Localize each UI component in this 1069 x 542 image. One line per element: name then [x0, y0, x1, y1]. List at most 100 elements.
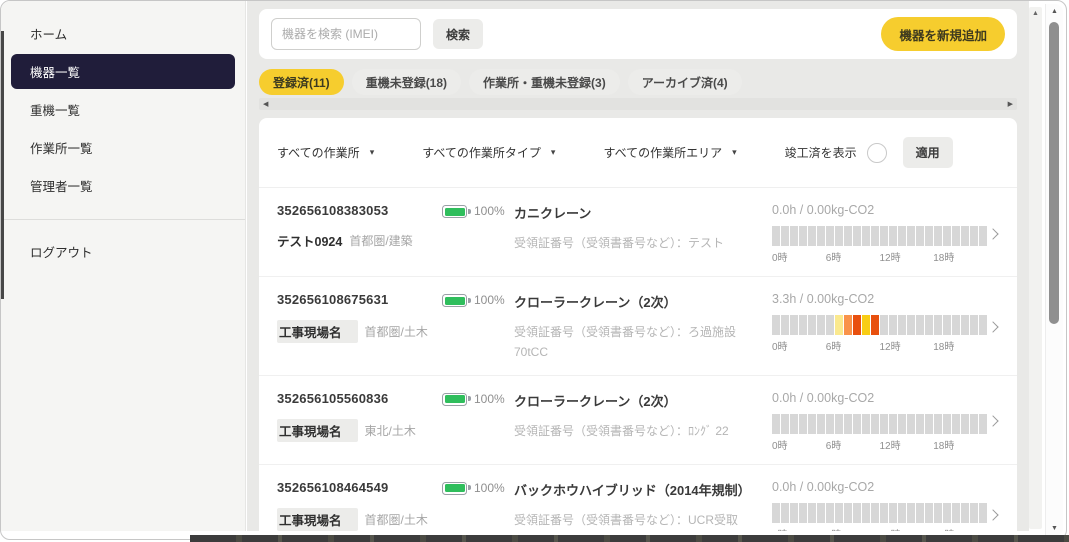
hour-segment: [880, 502, 888, 523]
chevron-right-icon[interactable]: [987, 227, 999, 240]
sidebar-item-logout[interactable]: ログアウト: [11, 234, 235, 269]
hour-segment: [934, 502, 942, 523]
hour-segment: [817, 502, 825, 523]
equipment-row[interactable]: 352656105560836 工事現場名 東北/土木 100% クローラークレ…: [259, 376, 1017, 465]
show-completed-toggle[interactable]: [866, 142, 887, 163]
hour-segment: [880, 315, 888, 335]
hour-label: 12時: [879, 253, 901, 264]
hour-segment: [844, 502, 852, 523]
scroll-left-icon[interactable]: ◀: [263, 101, 268, 108]
tab-worksite-machinery-unregistered[interactable]: 作業所・重機未登録(3): [469, 69, 620, 95]
hour-label: 12時: [879, 342, 901, 353]
sidebar-item-heavy-machinery-list[interactable]: 重機一覧: [11, 92, 235, 127]
imei: 352656108383053: [277, 203, 389, 218]
hour-label: 0時: [772, 440, 788, 452]
hour-segment: [943, 226, 951, 246]
worksite-type-filter-dropdown[interactable]: すべての作業所タイプ ▾: [422, 144, 555, 161]
hour-segment: [961, 502, 969, 523]
sidebar-item-admin-list[interactable]: 管理者一覧: [11, 168, 235, 203]
search-input[interactable]: [271, 18, 421, 50]
hour-segment: [907, 315, 915, 335]
imei: 352656105560836: [277, 390, 389, 406]
equipment-row[interactable]: 352656108675631 工事現場名 首都圏/土木 100% クローラーク…: [259, 277, 1017, 376]
worksite-type-filter-label: すべての作業所タイプ: [422, 146, 541, 160]
hour-segment: [871, 502, 879, 523]
name-column: バックホウハイブリッド（2014年規制） 受領証番号（受領書番号など）：UCR受…: [514, 480, 772, 531]
equipment-row[interactable]: 352656108464549 工事現場名 首都圏/土木 100% バックホウハ…: [259, 465, 1017, 531]
filter-bar: すべての作業所 ▾ すべての作業所タイプ ▾ すべての作業所エリア ▾ 竣工済を…: [259, 118, 1017, 188]
hour-label: 12時: [879, 440, 901, 452]
hour-segment: [781, 315, 789, 335]
hour-labels: 0時6時12時18時: [772, 437, 987, 452]
scroll-up-icon[interactable]: ▲: [1029, 10, 1042, 17]
hour-segment: [979, 413, 987, 434]
hour-labels: 0時6時12時18時: [772, 526, 987, 531]
hour-segment: [916, 226, 924, 246]
hour-segment: [844, 315, 852, 335]
hour-segment: [862, 413, 870, 434]
hour-segment: [898, 315, 906, 335]
hour-segment: [889, 413, 897, 434]
hour-segment: [898, 413, 906, 434]
hour-segment: [970, 226, 978, 246]
sidebar: ホーム 機器一覧 重機一覧 作業所一覧 管理者一覧 ログアウト: [1, 1, 246, 531]
chevron-right-icon[interactable]: [987, 321, 999, 333]
tab-bar: 登録済(11) 重機未登録(18) 作業所・重機未登録(3) アーカイブ済(4): [259, 69, 1017, 95]
worksite-filter-dropdown[interactable]: すべての作業所 ▾: [277, 144, 374, 161]
browser-scrollbar[interactable]: ▲ ▼: [1045, 4, 1063, 536]
hour-segment: [835, 226, 843, 246]
usage-column: 0.0h / 0.00kg-CO2 0時6時12時18時: [772, 480, 987, 531]
hour-segment: [907, 502, 915, 523]
equipment-row[interactable]: 352656108383053 テスト0924 首都圏/建築 100% カニクレ…: [259, 188, 1017, 277]
hour-segment: [772, 315, 780, 335]
tab-machinery-unregistered[interactable]: 重機未登録(18): [351, 69, 462, 95]
usage-total: 0.0h / 0.00kg-CO2: [772, 390, 875, 405]
battery-column: 100%: [442, 391, 514, 452]
hour-label: 0時: [772, 526, 826, 531]
sidebar-item-equipment-list[interactable]: 機器一覧: [11, 54, 235, 89]
sidebar-divider: [1, 219, 245, 220]
battery-column: 100%: [442, 203, 514, 264]
receipt-number: 受領証番号（受領書番号など）：テスト: [514, 236, 725, 250]
chevron-right-icon[interactable]: [987, 415, 999, 427]
tab-registered[interactable]: 登録済(11): [259, 69, 344, 95]
caret-down-icon: ▾: [550, 147, 556, 157]
hour-segment: [799, 502, 807, 523]
sidebar-item-worksite-list[interactable]: 作業所一覧: [11, 130, 235, 165]
apply-filter-button[interactable]: 適用: [902, 137, 953, 168]
hour-segment: [817, 226, 825, 246]
hour-segment: [781, 502, 789, 523]
hour-label: 6時: [825, 253, 842, 264]
hour-segment: [817, 413, 825, 434]
scroll-right-icon[interactable]: ▶: [1008, 101, 1013, 108]
hour-segment: [790, 226, 798, 246]
battery-icon: [442, 294, 471, 307]
hour-segment: [817, 315, 825, 335]
chevron-right-icon[interactable]: [987, 509, 999, 521]
worksite-filter-label: すべての作業所: [277, 146, 360, 160]
battery-column: 100%: [442, 292, 514, 363]
hour-segment: [970, 502, 978, 523]
hour-segment: [844, 226, 852, 246]
add-equipment-button[interactable]: 機器を新規追加: [881, 17, 1005, 51]
worksite-area-filter-dropdown[interactable]: すべての作業所エリア ▾: [603, 144, 736, 161]
hour-segment: [889, 502, 897, 523]
scrollbar-thumb[interactable]: [1049, 22, 1059, 324]
sidebar-item-home[interactable]: ホーム: [11, 16, 235, 51]
battery-percent: 100%: [474, 391, 505, 406]
tab-archived[interactable]: アーカイブ済(4): [627, 69, 742, 95]
hour-label: 6時: [825, 440, 842, 452]
hour-segment: [889, 226, 897, 246]
search-button[interactable]: 検索: [433, 19, 484, 49]
show-completed-label: 竣工済を表示: [784, 146, 857, 160]
hour-segment: [916, 502, 924, 523]
scroll-down-icon[interactable]: ▼: [1046, 525, 1063, 532]
hour-segment: [952, 413, 960, 434]
equipment-name: クローラークレーン（2次）: [514, 295, 677, 310]
scroll-up-icon[interactable]: ▲: [1046, 8, 1063, 15]
horizontal-scrollbar[interactable]: ◀ ▶: [259, 98, 1017, 110]
hour-segment: [934, 413, 942, 434]
equipment-name: カニクレーン: [514, 206, 592, 221]
hour-segment: [862, 502, 870, 523]
content-scrollbar[interactable]: ▲: [1029, 7, 1042, 529]
